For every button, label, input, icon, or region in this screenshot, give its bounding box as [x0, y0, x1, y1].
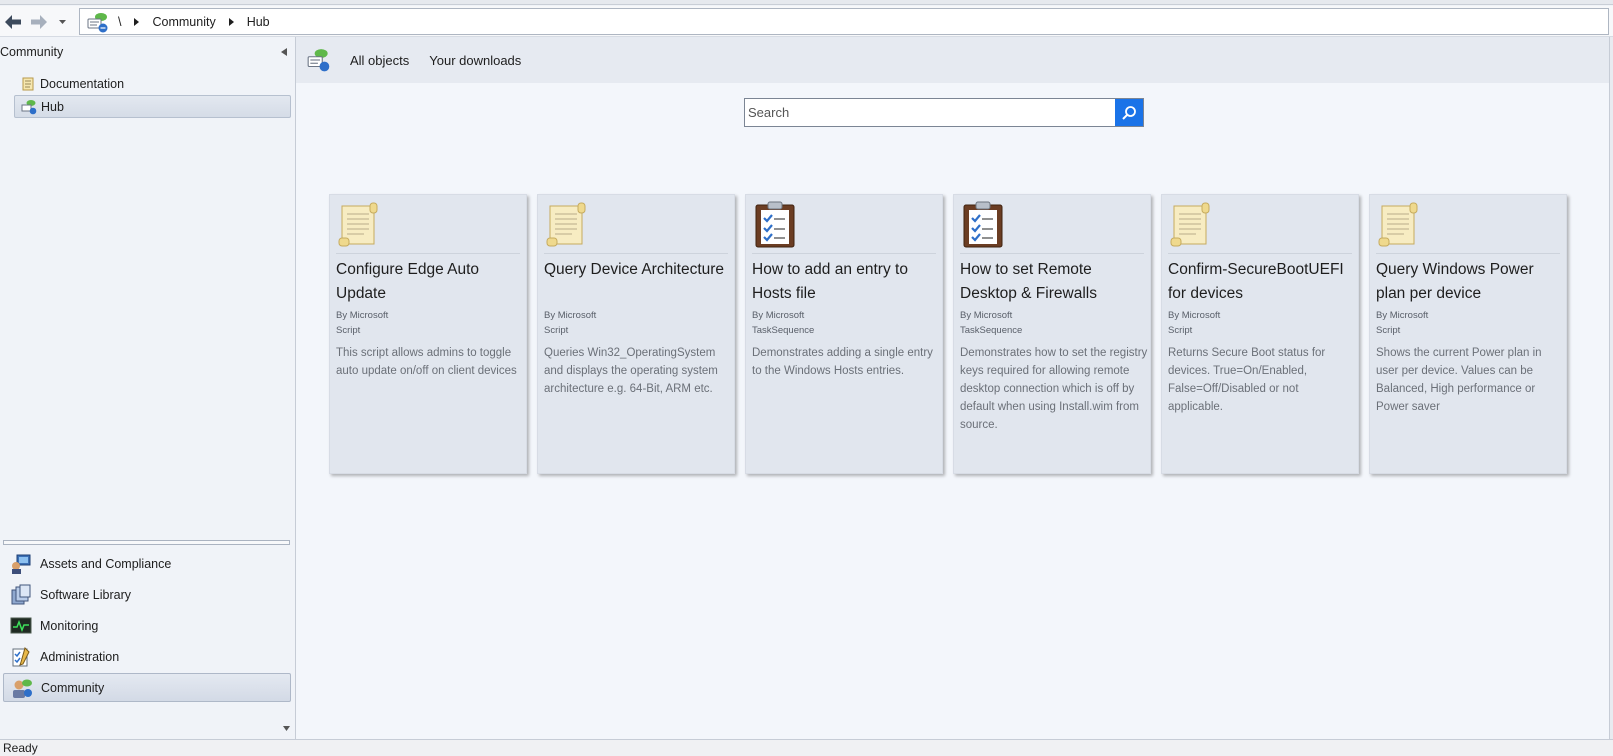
hub-card[interactable]: Confirm-SecureBootUEFI for devices By Mi… — [1161, 194, 1359, 474]
card-title: Query Windows Power plan per device — [1376, 261, 1534, 302]
workspace-label: Community — [41, 680, 105, 695]
card-divider — [960, 253, 1144, 254]
card-divider — [1376, 253, 1560, 254]
card-author: By Microsoft — [1168, 310, 1221, 321]
breadcrumb-item-hub[interactable]: Hub — [247, 15, 270, 29]
administration-icon — [12, 646, 30, 666]
breadcrumb-separator-icon[interactable] — [228, 17, 235, 26]
search-icon — [1122, 105, 1136, 120]
card-author: By Microsoft — [336, 310, 389, 321]
card-description: Demonstrates adding a single entry to th… — [752, 347, 933, 377]
status-bar: Ready — [0, 739, 1613, 756]
scroll-icon — [546, 202, 586, 247]
workspace-label: Assets and Compliance — [40, 556, 172, 571]
card-title: How to set Remote Desktop & Firewalls — [960, 261, 1097, 302]
card-divider — [752, 253, 936, 254]
card-divider — [336, 253, 520, 254]
card-author: By Microsoft — [960, 310, 1013, 321]
collapse-pane-icon[interactable] — [281, 48, 287, 56]
workspace-software-library[interactable]: Software Library — [3, 580, 291, 609]
right-border — [1609, 37, 1613, 739]
card-title: How to add an entry to Hosts file — [752, 261, 908, 302]
card-divider — [1168, 253, 1352, 254]
card-author: By Microsoft — [752, 310, 805, 321]
card-type: TaskSequence — [752, 325, 815, 336]
scroll-icon — [1378, 202, 1418, 247]
navigation-bar: \ Community Hub — [0, 6, 1613, 37]
card-description: Returns Secure Boot status for devices. … — [1168, 347, 1326, 413]
tree-item-label: Documentation — [40, 76, 125, 91]
card-type: Script — [336, 325, 361, 336]
card-title: Configure Edge Auto Update — [336, 261, 480, 302]
hub-icon — [21, 99, 37, 114]
workspace-label: Administration — [40, 649, 120, 664]
clipboard-checklist-icon — [963, 201, 1003, 248]
back-arrow-icon — [5, 15, 21, 29]
breadcrumb-separator-icon[interactable] — [133, 17, 140, 26]
search-box — [744, 98, 1144, 127]
card-title: Confirm-SecureBootUEFI for devices — [1168, 261, 1344, 302]
breadcrumb-item-community[interactable]: Community — [152, 15, 215, 29]
address-bar[interactable]: \ Community Hub — [79, 8, 1609, 35]
library-icon — [11, 584, 31, 604]
hub-card[interactable]: How to add an entry to Hosts file By Mic… — [745, 194, 943, 474]
card-title: Query Device Architecture — [544, 261, 725, 278]
tree-item-label: Hub — [41, 99, 64, 114]
clipboard-checklist-icon — [755, 201, 795, 248]
your-downloads-link[interactable]: Your downloads — [429, 53, 521, 68]
hub-icon — [87, 12, 108, 32]
forward-arrow-icon — [31, 15, 47, 29]
scroll-icon — [1170, 202, 1210, 247]
navigation-pane: Community Documentation Hub Assets and C… — [0, 37, 296, 739]
more-workspaces-icon[interactable] — [283, 726, 290, 731]
card-type: TaskSequence — [960, 325, 1023, 336]
hub-icon — [307, 49, 330, 72]
card-type: Script — [1168, 325, 1193, 336]
assets-icon — [12, 554, 31, 574]
card-description: This script allows admins to toggle auto… — [336, 347, 517, 377]
workspace-label: Software Library — [40, 587, 132, 602]
hub-card[interactable]: Query Windows Power plan per device By M… — [1369, 194, 1567, 474]
workspace-assets-and-compliance[interactable]: Assets and Compliance — [3, 549, 291, 578]
workspace-administration[interactable]: Administration — [3, 642, 291, 671]
card-divider — [544, 253, 728, 254]
all-objects-link[interactable]: All objects — [350, 53, 409, 68]
back-button[interactable] — [3, 12, 23, 32]
card-type: Script — [1376, 325, 1401, 336]
card-description: Queries Win32_OperatingSystem and displa… — [544, 347, 718, 395]
hub-toolbar: All objects Your downloads — [296, 37, 1613, 83]
card-description: Demonstrates how to set the registry key… — [960, 347, 1148, 431]
workspace-splitter[interactable] — [3, 540, 290, 545]
card-author: By Microsoft — [1376, 310, 1429, 321]
search-button[interactable] — [1115, 99, 1143, 126]
card-author: By Microsoft — [544, 310, 597, 321]
tree-item-documentation[interactable]: Documentation — [14, 72, 291, 95]
breadcrumb-root[interactable]: \ — [118, 15, 121, 29]
card-description: Shows the current Power plan in user per… — [1376, 347, 1542, 413]
hub-card[interactable]: How to set Remote Desktop & Firewalls By… — [953, 194, 1151, 474]
card-type: Script — [544, 325, 569, 336]
hub-card[interactable]: Query Device Architecture By Microsoft S… — [537, 194, 735, 474]
workspace-label: Monitoring — [40, 618, 99, 633]
workspace-monitoring[interactable]: Monitoring — [3, 611, 291, 640]
community-icon — [13, 679, 32, 698]
forward-button[interactable] — [29, 12, 49, 32]
scroll-icon — [22, 77, 34, 90]
navigation-pane-title: Community — [0, 45, 64, 59]
workspace-community[interactable]: Community — [3, 673, 291, 702]
main-content: All objects Your downloads Configure Edg… — [296, 37, 1613, 739]
window-top-edge — [0, 0, 1613, 5]
tree-item-hub[interactable]: Hub — [14, 95, 291, 118]
search-input[interactable] — [745, 99, 1117, 126]
history-dropdown-button[interactable] — [56, 12, 68, 32]
scroll-icon — [338, 202, 378, 247]
hub-card[interactable]: Configure Edge Auto Update By Microsoft … — [329, 194, 527, 474]
monitoring-icon — [10, 617, 32, 633]
chevron-down-icon — [58, 20, 66, 24]
